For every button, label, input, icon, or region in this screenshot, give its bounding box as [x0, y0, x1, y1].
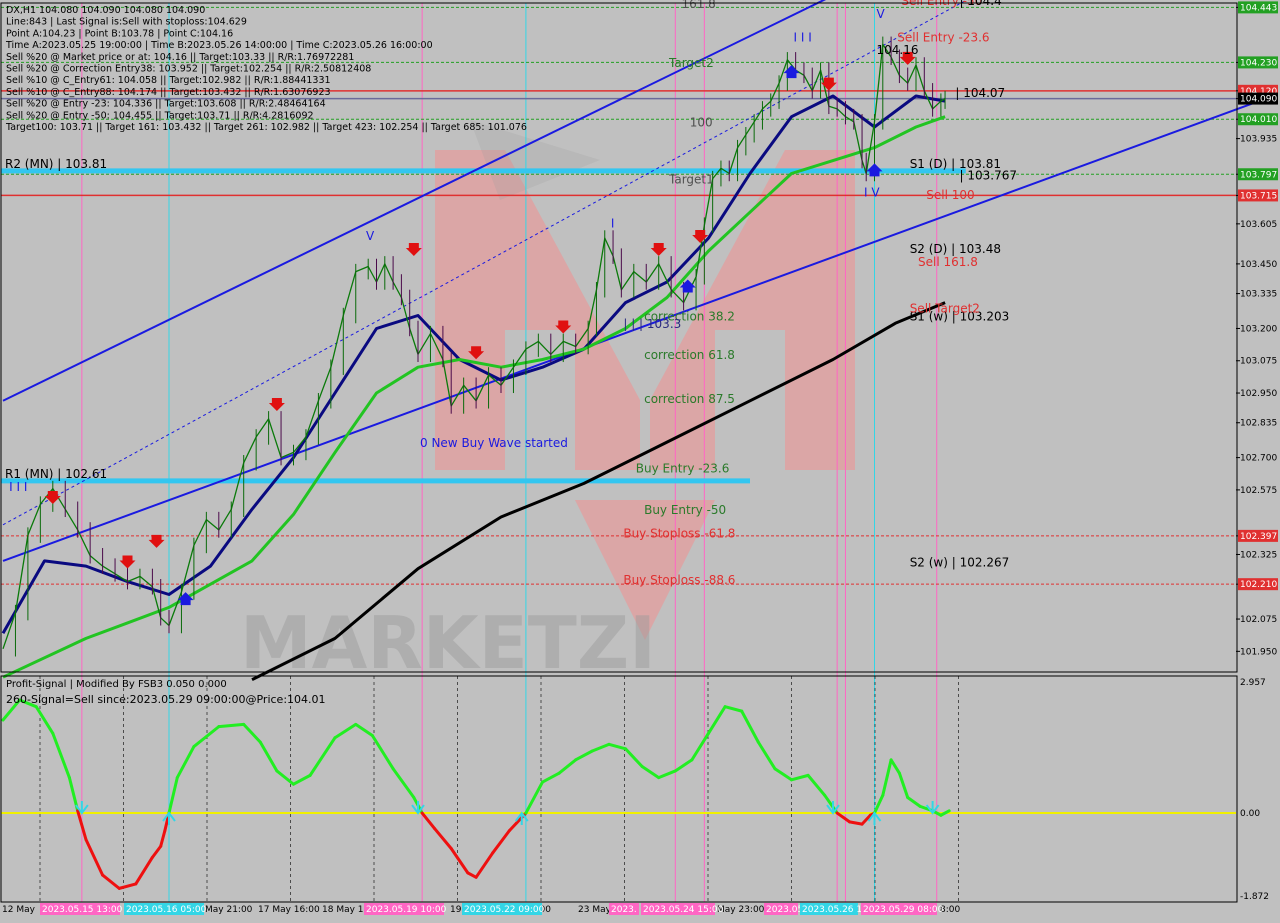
- price-badge-label: 104.443: [1240, 3, 1277, 13]
- time-axis-badge-label: 2023.05: [766, 905, 803, 915]
- info-line: Sell %20 @ Entry -23: 104.336 || Target:…: [6, 99, 326, 110]
- level-label: 161.8: [681, 0, 715, 11]
- level-label: Sell Entry -23.6: [897, 30, 989, 44]
- level-label: Target1: [668, 172, 714, 186]
- level-label: R1 (MN) | 102.61: [5, 467, 107, 481]
- chart-canvas[interactable]: MARKETZI R2 (MN) | 103.81R1 (MN) | 102.6…: [0, 0, 1280, 920]
- level-label: 100: [690, 116, 713, 130]
- price-axis-label: 102.950: [1240, 389, 1277, 399]
- price-axis-label: 103.200: [1240, 324, 1277, 334]
- price-badge-label: 104.010: [1240, 115, 1277, 125]
- oscillator-axis-label: 0.00: [1240, 809, 1260, 819]
- trading-chart[interactable]: MARKETZI R2 (MN) | 103.81 R1 (MN) | 102.6…: [0, 0, 1280, 920]
- info-line: Line:843 | Last Signal is:Sell with stop…: [6, 17, 247, 28]
- oscillator-axis-label: -1.872: [1240, 892, 1269, 902]
- level-label: | 103.767: [960, 169, 1017, 183]
- info-line: Target100: 103.71 || Target 161: 103.432…: [5, 122, 527, 133]
- price-badge-label: 103.797: [1240, 170, 1277, 180]
- price-axis-label: 102.700: [1240, 454, 1277, 464]
- level-label: 0 New Buy Wave started: [420, 436, 568, 450]
- oscillator-axis-label: 2.957: [1240, 678, 1266, 688]
- price-axis-label: 103.450: [1240, 260, 1277, 270]
- price-axis-label: 103.335: [1240, 290, 1277, 300]
- time-axis-label: 17 May 16:00: [258, 905, 320, 915]
- time-axis-badge-label: 2023.05.15 13:00: [42, 905, 123, 915]
- level-label: correction 61.8: [644, 348, 735, 362]
- level-label: Target2: [668, 56, 714, 70]
- time-axis-label: 19: [450, 905, 462, 915]
- level-label: S2 (w) | 102.267: [910, 555, 1010, 569]
- level-label: | 104.4: [960, 0, 1002, 8]
- price-axis-label: 103.935: [1240, 135, 1277, 145]
- price-axis-label: 103.075: [1240, 357, 1277, 367]
- level-label: R2 (MN) | 103.81: [5, 157, 107, 171]
- price-axis-label: 102.575: [1240, 486, 1277, 496]
- time-axis-label: 18 May 1: [322, 905, 364, 915]
- info-line: Sell %20 @ Correction Entry38: 103.952 |…: [6, 64, 371, 75]
- level-label: Buy Entry -23.6: [636, 462, 730, 476]
- info-line: DX,H1 104.080 104.090 104.080 104.090: [6, 5, 205, 16]
- oscillator-title: Profit-Signal | Modified By FSB3 0.050 0…: [6, 679, 227, 690]
- info-line: Time A:2023.05.25 19:00:00 | Time B:2023…: [5, 40, 433, 51]
- price-axis-label: 102.075: [1240, 615, 1277, 625]
- level-label: I: [611, 216, 615, 230]
- level-label: | 104.07: [955, 86, 1005, 100]
- time-axis-badge-label: 2023.05.24 15:00: [643, 905, 724, 915]
- time-axis-badge-label: 2023.05.19 10:00: [366, 905, 447, 915]
- info-line: Sell %20 @ Market price or at: 104.16 ||…: [6, 52, 354, 63]
- level-label: Sell 100: [926, 188, 974, 202]
- info-line: Point A:104.23 | Point B:103.78 | Point …: [6, 28, 233, 39]
- info-line: Sell %10 @ C_Entry61: 104.058 || Target:…: [6, 75, 331, 86]
- time-axis-label: May 21:00: [205, 905, 253, 915]
- level-label: V: [366, 229, 375, 243]
- time-axis-badge-label: 2023.05.22 09:00: [464, 905, 545, 915]
- price-badge-label: 104.230: [1240, 58, 1277, 68]
- level-label: I I I: [9, 480, 27, 494]
- price-axis-label: 101.950: [1240, 647, 1277, 657]
- price-badge-label: 102.397: [1240, 532, 1277, 542]
- time-axis-badge-label: 2023.05.16 05:00: [126, 905, 207, 915]
- oscillator-signal-text: 260-Signal=Sell since:2023.05.29 09:00:0…: [6, 693, 326, 706]
- logo-shape-right-leg: [785, 330, 855, 470]
- level-label: V: [877, 7, 886, 21]
- time-axis-label: 23 May: [578, 905, 612, 915]
- price-badge-label: 103.715: [1240, 191, 1277, 201]
- level-label: 104.16: [877, 43, 919, 57]
- price-axis-label: 103.605: [1240, 220, 1277, 230]
- price-axis-label: 102.835: [1240, 419, 1277, 429]
- level-label: I V: [864, 185, 880, 199]
- level-label: correction 87.5: [644, 392, 735, 406]
- price-axis-label: 102.325: [1240, 550, 1277, 560]
- time-axis-badge-label: 2023.05.29 08:00: [863, 905, 944, 915]
- level-label: S2 (D) | 103.48: [910, 242, 1001, 256]
- level-label: | | | 103.3: [623, 317, 681, 331]
- price-badge-label: 104.090: [1240, 95, 1277, 105]
- level-label: Buy Stoploss -88.6: [623, 573, 735, 587]
- info-line: Sell %20 @ Entry -50: 104.455 || Target:…: [6, 110, 314, 121]
- level-label: Sell 161.8: [918, 255, 978, 269]
- time-axis-badge-label: 2023.: [611, 905, 637, 915]
- time-axis-label: May 23:00: [717, 905, 765, 915]
- info-line: Sell %10 @ C_Entry88: 104.174 || Target:…: [6, 87, 331, 98]
- level-label: I I I: [794, 30, 812, 44]
- level-label: Buy Stoploss -61.8: [623, 526, 735, 540]
- price-badge-label: 102.210: [1240, 580, 1277, 590]
- level-label: Buy Entry -50: [644, 503, 726, 517]
- level-label: Sell Target2: [910, 302, 980, 316]
- time-axis-label: 12 May: [2, 905, 36, 915]
